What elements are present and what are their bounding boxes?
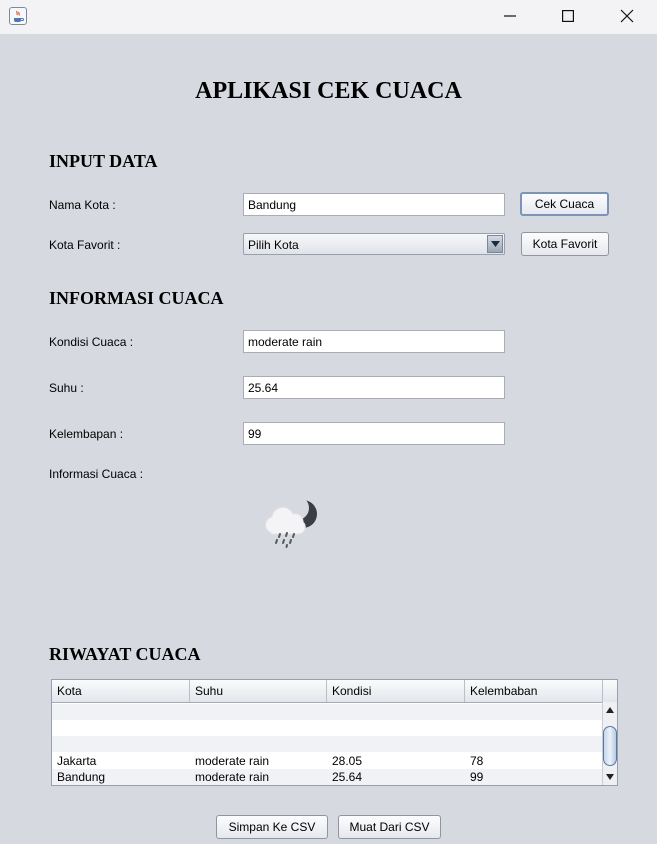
close-button[interactable]: [598, 0, 656, 32]
favorite-city-selected: Pilih Kota: [248, 238, 299, 252]
favorite-city-dropdown[interactable]: Pilih Kota: [243, 233, 505, 255]
close-icon: [620, 9, 634, 23]
weather-info-heading: INFORMASI CUACA: [49, 288, 224, 308]
favorite-city-label: Kota Favorit :: [49, 238, 121, 252]
input-data-heading: INPUT DATA: [49, 151, 158, 171]
table-body: Jakarta moderate rain 28.05 78 Bandung m…: [52, 702, 602, 785]
cell-humidity: 78: [470, 754, 484, 768]
table-scrollbar[interactable]: [602, 702, 617, 785]
city-label: Nama Kota :: [49, 198, 116, 212]
column-header-humidity[interactable]: Kelembaban: [465, 680, 603, 702]
cell-city: Bandung: [57, 770, 106, 784]
check-weather-button[interactable]: Cek Cuaca: [520, 192, 609, 216]
cell-temperature: moderate rain: [195, 770, 270, 784]
temperature-label: Suhu :: [49, 381, 84, 395]
cell-humidity: 99: [470, 770, 484, 784]
history-table[interactable]: Kota Suhu Kondisi Kelembaban Jakarta mod…: [51, 679, 618, 786]
column-header-condition[interactable]: Kondisi: [327, 680, 465, 702]
humidity-field[interactable]: [243, 422, 505, 445]
condition-label: Kondisi Cuaca :: [49, 335, 134, 349]
java-app-icon[interactable]: [9, 7, 27, 25]
scroll-down-icon[interactable]: [603, 770, 617, 784]
city-input[interactable]: [243, 193, 505, 216]
weather-info-label: Informasi Cuaca :: [49, 467, 144, 481]
condition-field[interactable]: [243, 330, 505, 353]
column-header-temperature[interactable]: Suhu: [190, 680, 327, 702]
maximize-button[interactable]: [539, 0, 597, 32]
table-row[interactable]: Jakarta moderate rain 28.05 78: [52, 753, 602, 769]
column-header-city[interactable]: Kota: [52, 680, 190, 702]
table-row[interactable]: [52, 720, 602, 736]
temperature-field[interactable]: [243, 376, 505, 399]
chevron-down-icon[interactable]: [487, 235, 503, 253]
history-heading: RIWAYAT CUACA: [49, 644, 201, 664]
humidity-label: Kelembapan :: [49, 427, 124, 441]
load-csv-button[interactable]: Muat Dari CSV: [338, 815, 441, 839]
cell-city: Jakarta: [57, 754, 97, 768]
save-csv-button[interactable]: Simpan Ke CSV: [216, 815, 328, 839]
minimize-icon: [504, 15, 516, 17]
table-header: Kota Suhu Kondisi Kelembaban: [52, 680, 617, 703]
cell-condition: 25.64: [332, 770, 363, 784]
favorite-city-button[interactable]: Kota Favorit: [521, 232, 609, 256]
cloud-rain-moon-icon: [265, 496, 317, 548]
table-row[interactable]: Bandung moderate rain 25.64 99: [52, 769, 602, 785]
table-row[interactable]: [52, 736, 602, 752]
scroll-up-icon[interactable]: [603, 703, 617, 717]
window-titlebar: [0, 0, 657, 34]
minimize-button[interactable]: [481, 0, 539, 32]
cell-temperature: moderate rain: [195, 754, 270, 768]
cell-condition: 28.05: [332, 754, 363, 768]
app-title: APLIKASI CEK CUACA: [195, 78, 462, 104]
maximize-icon: [562, 10, 574, 22]
table-row[interactable]: [52, 704, 602, 720]
scroll-thumb[interactable]: [603, 726, 617, 766]
